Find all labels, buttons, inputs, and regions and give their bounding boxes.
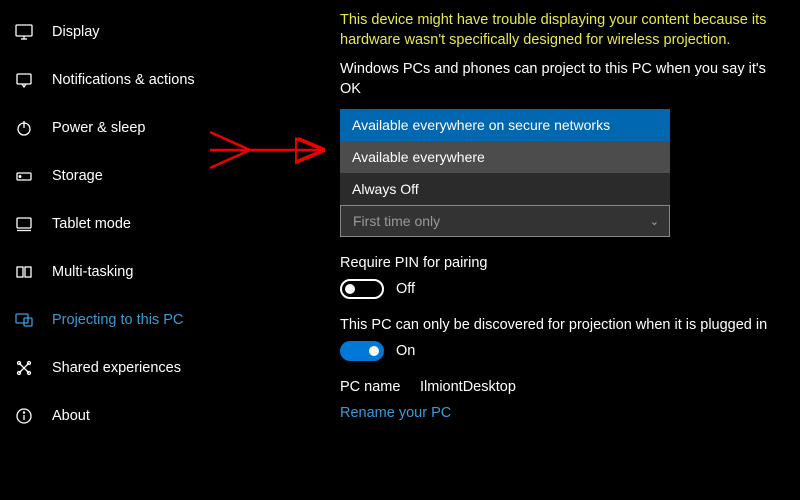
- sidebar-item-notifications[interactable]: Notifications & actions: [0, 56, 280, 104]
- sidebar-item-label: Projecting to this PC: [52, 312, 183, 328]
- sidebar-item-label: Display: [52, 24, 100, 40]
- discover-state: On: [396, 343, 415, 359]
- discover-toggle[interactable]: [340, 341, 384, 361]
- sidebar-item-storage[interactable]: Storage: [0, 152, 280, 200]
- tablet-icon: [14, 214, 34, 234]
- sidebar-item-label: Notifications & actions: [52, 72, 195, 88]
- sidebar-item-about[interactable]: About: [0, 392, 280, 440]
- sidebar-item-label: Tablet mode: [52, 216, 131, 232]
- projecting-icon: [14, 310, 34, 330]
- settings-sidebar: Display Notifications & actions Power & …: [0, 0, 280, 500]
- dropdown-selected-value: First time only: [353, 213, 440, 229]
- sidebar-item-shared[interactable]: Shared experiences: [0, 344, 280, 392]
- display-icon: [14, 22, 34, 42]
- require-pin-label: Require PIN for pairing: [340, 255, 782, 271]
- multitasking-icon: [14, 262, 34, 282]
- pc-name-label: PC name: [340, 379, 420, 395]
- projection-permission-label: Windows PCs and phones can project to th…: [340, 59, 782, 100]
- about-icon: [14, 406, 34, 426]
- rename-pc-link[interactable]: Rename your PC: [340, 405, 782, 421]
- sidebar-item-label: About: [52, 408, 90, 424]
- sidebar-item-power[interactable]: Power & sleep: [0, 104, 280, 152]
- discover-label: This PC can only be discovered for proje…: [340, 317, 782, 333]
- dropdown-option-label: Available everywhere on secure networks: [352, 117, 610, 133]
- settings-content: This device might have trouble displayin…: [280, 0, 800, 500]
- dropdown-option-everywhere[interactable]: Available everywhere: [340, 141, 670, 173]
- dropdown-option-label: Always Off: [352, 181, 419, 197]
- sidebar-item-label: Storage: [52, 168, 103, 184]
- sidebar-item-label: Power & sleep: [52, 120, 146, 136]
- pc-name-value: IlmiontDesktop: [420, 379, 516, 395]
- power-icon: [14, 118, 34, 138]
- require-pin-toggle[interactable]: [340, 279, 384, 299]
- sidebar-item-label: Shared experiences: [52, 360, 181, 376]
- sidebar-item-projecting[interactable]: Projecting to this PC: [0, 296, 280, 344]
- sidebar-item-label: Multi-tasking: [52, 264, 133, 280]
- storage-icon: [14, 166, 34, 186]
- sidebar-item-tablet[interactable]: Tablet mode: [0, 200, 280, 248]
- notifications-icon: [14, 70, 34, 90]
- sidebar-item-display[interactable]: Display: [0, 8, 280, 56]
- dropdown-option-always-off[interactable]: Always Off: [340, 173, 670, 205]
- dropdown-option-secure-networks[interactable]: Available everywhere on secure networks: [340, 109, 670, 141]
- rename-pc-link-label: Rename your PC: [340, 405, 451, 421]
- dropdown-option-label: Available everywhere: [352, 149, 485, 165]
- shared-icon: [14, 358, 34, 378]
- ask-to-project-dropdown[interactable]: First time only ⌄: [340, 205, 670, 237]
- sidebar-item-multitasking[interactable]: Multi-tasking: [0, 248, 280, 296]
- projection-permission-dropdown-expanded: Available everywhere on secure networks …: [340, 109, 670, 205]
- chevron-down-icon: ⌄: [650, 215, 659, 228]
- require-pin-state: Off: [396, 281, 415, 297]
- hardware-warning: This device might have trouble displayin…: [340, 10, 782, 51]
